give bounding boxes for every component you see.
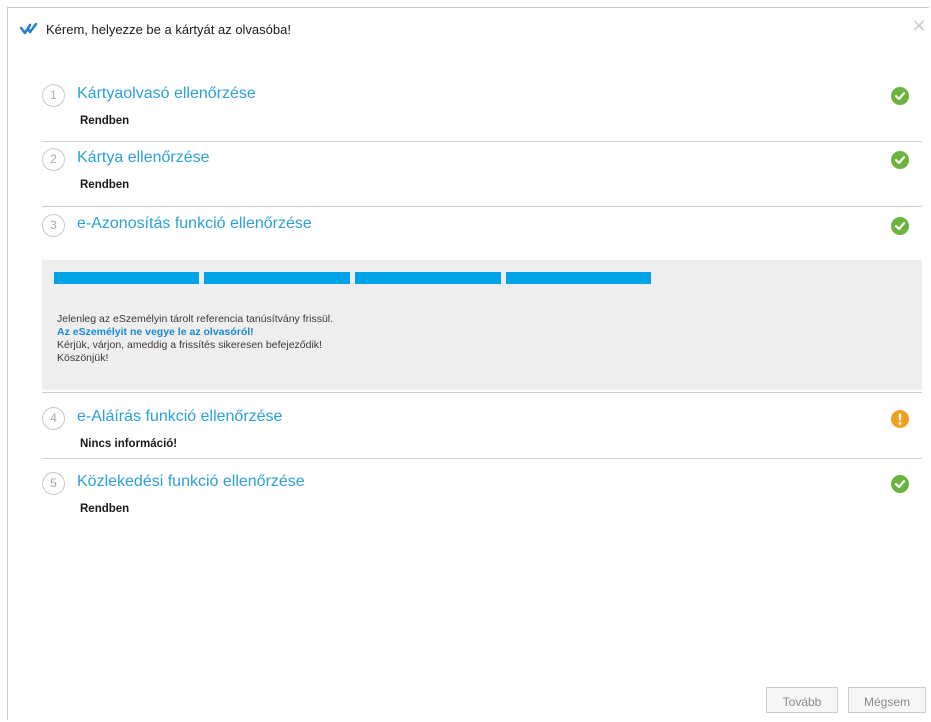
check-circle-icon [891,475,909,493]
step-transport: 5 Közlekedési funkció ellenőrzése Rendbe… [42,468,925,532]
divider [42,206,922,207]
progress-segment [355,272,501,284]
step-title: e-Azonosítás funkció ellenőrzése [77,215,312,232]
update-message-line: Jelenleg az eSzemélyin tárolt referencia… [57,313,334,325]
next-button[interactable]: Tovább [766,687,838,713]
step-number: 2 [42,148,65,171]
progress-segment [204,272,350,284]
check-circle-icon [891,151,909,169]
step-status-text: Nincs információ! [80,438,178,450]
step-e-signature: 4 e-Aláírás funkció ellenőrzése Nincs in… [42,403,925,459]
step-title: e-Aláírás funkció ellenőrzése [77,408,283,425]
update-message-line: Köszönjük! [57,352,109,364]
step-number: 3 [42,214,65,237]
update-warning-line: Az eSzemélyit ne vegye le az olvasóról! [57,326,254,338]
divider [42,141,922,142]
step-e-identification: 3 e-Azonosítás funkció ellenőrzése Jelen… [42,210,925,394]
step-status-text: Rendben [80,503,130,515]
checkmark-logo-icon [20,23,38,35]
step-card: 2 Kártya ellenőrzése Rendben [42,144,925,208]
update-panel: Jelenleg az eSzemélyin tárolt referencia… [42,260,922,390]
step-card-reader: 1 Kártyaolvasó ellenőrzése Rendben [42,80,925,144]
check-circle-icon [891,87,909,105]
divider [42,392,922,393]
update-message: Jelenleg az eSzemélyin tárolt referencia… [57,313,333,365]
step-number: 1 [42,84,65,107]
step-number: 4 [42,407,65,430]
dialog-window: Kérem, helyezze be a kártyát az olvasóba… [7,7,929,720]
update-message-line: Kérjük, várjon, ameddig a frissítés sike… [57,339,322,351]
step-status-text: Rendben [80,179,130,191]
progress-segment [506,272,651,284]
step-number: 5 [42,472,65,495]
check-circle-icon [891,217,909,235]
window-title: Kérem, helyezze be a kártyát az olvasóba… [46,22,291,37]
progress-segment [54,272,199,284]
step-title: Közlekedési funkció ellenőrzése [77,473,305,490]
step-status-text: Rendben [80,115,130,127]
step-title: Kártyaolvasó ellenőrzése [77,85,256,102]
cancel-button[interactable]: Mégsem [848,687,926,713]
step-title: Kártya ellenőrzése [77,149,210,166]
exclamation-circle-icon [891,410,909,428]
close-icon[interactable]: ✕ [909,16,929,36]
divider [42,458,922,459]
title-bar: Kérem, helyezze be a kártyát az olvasóba… [8,8,929,48]
